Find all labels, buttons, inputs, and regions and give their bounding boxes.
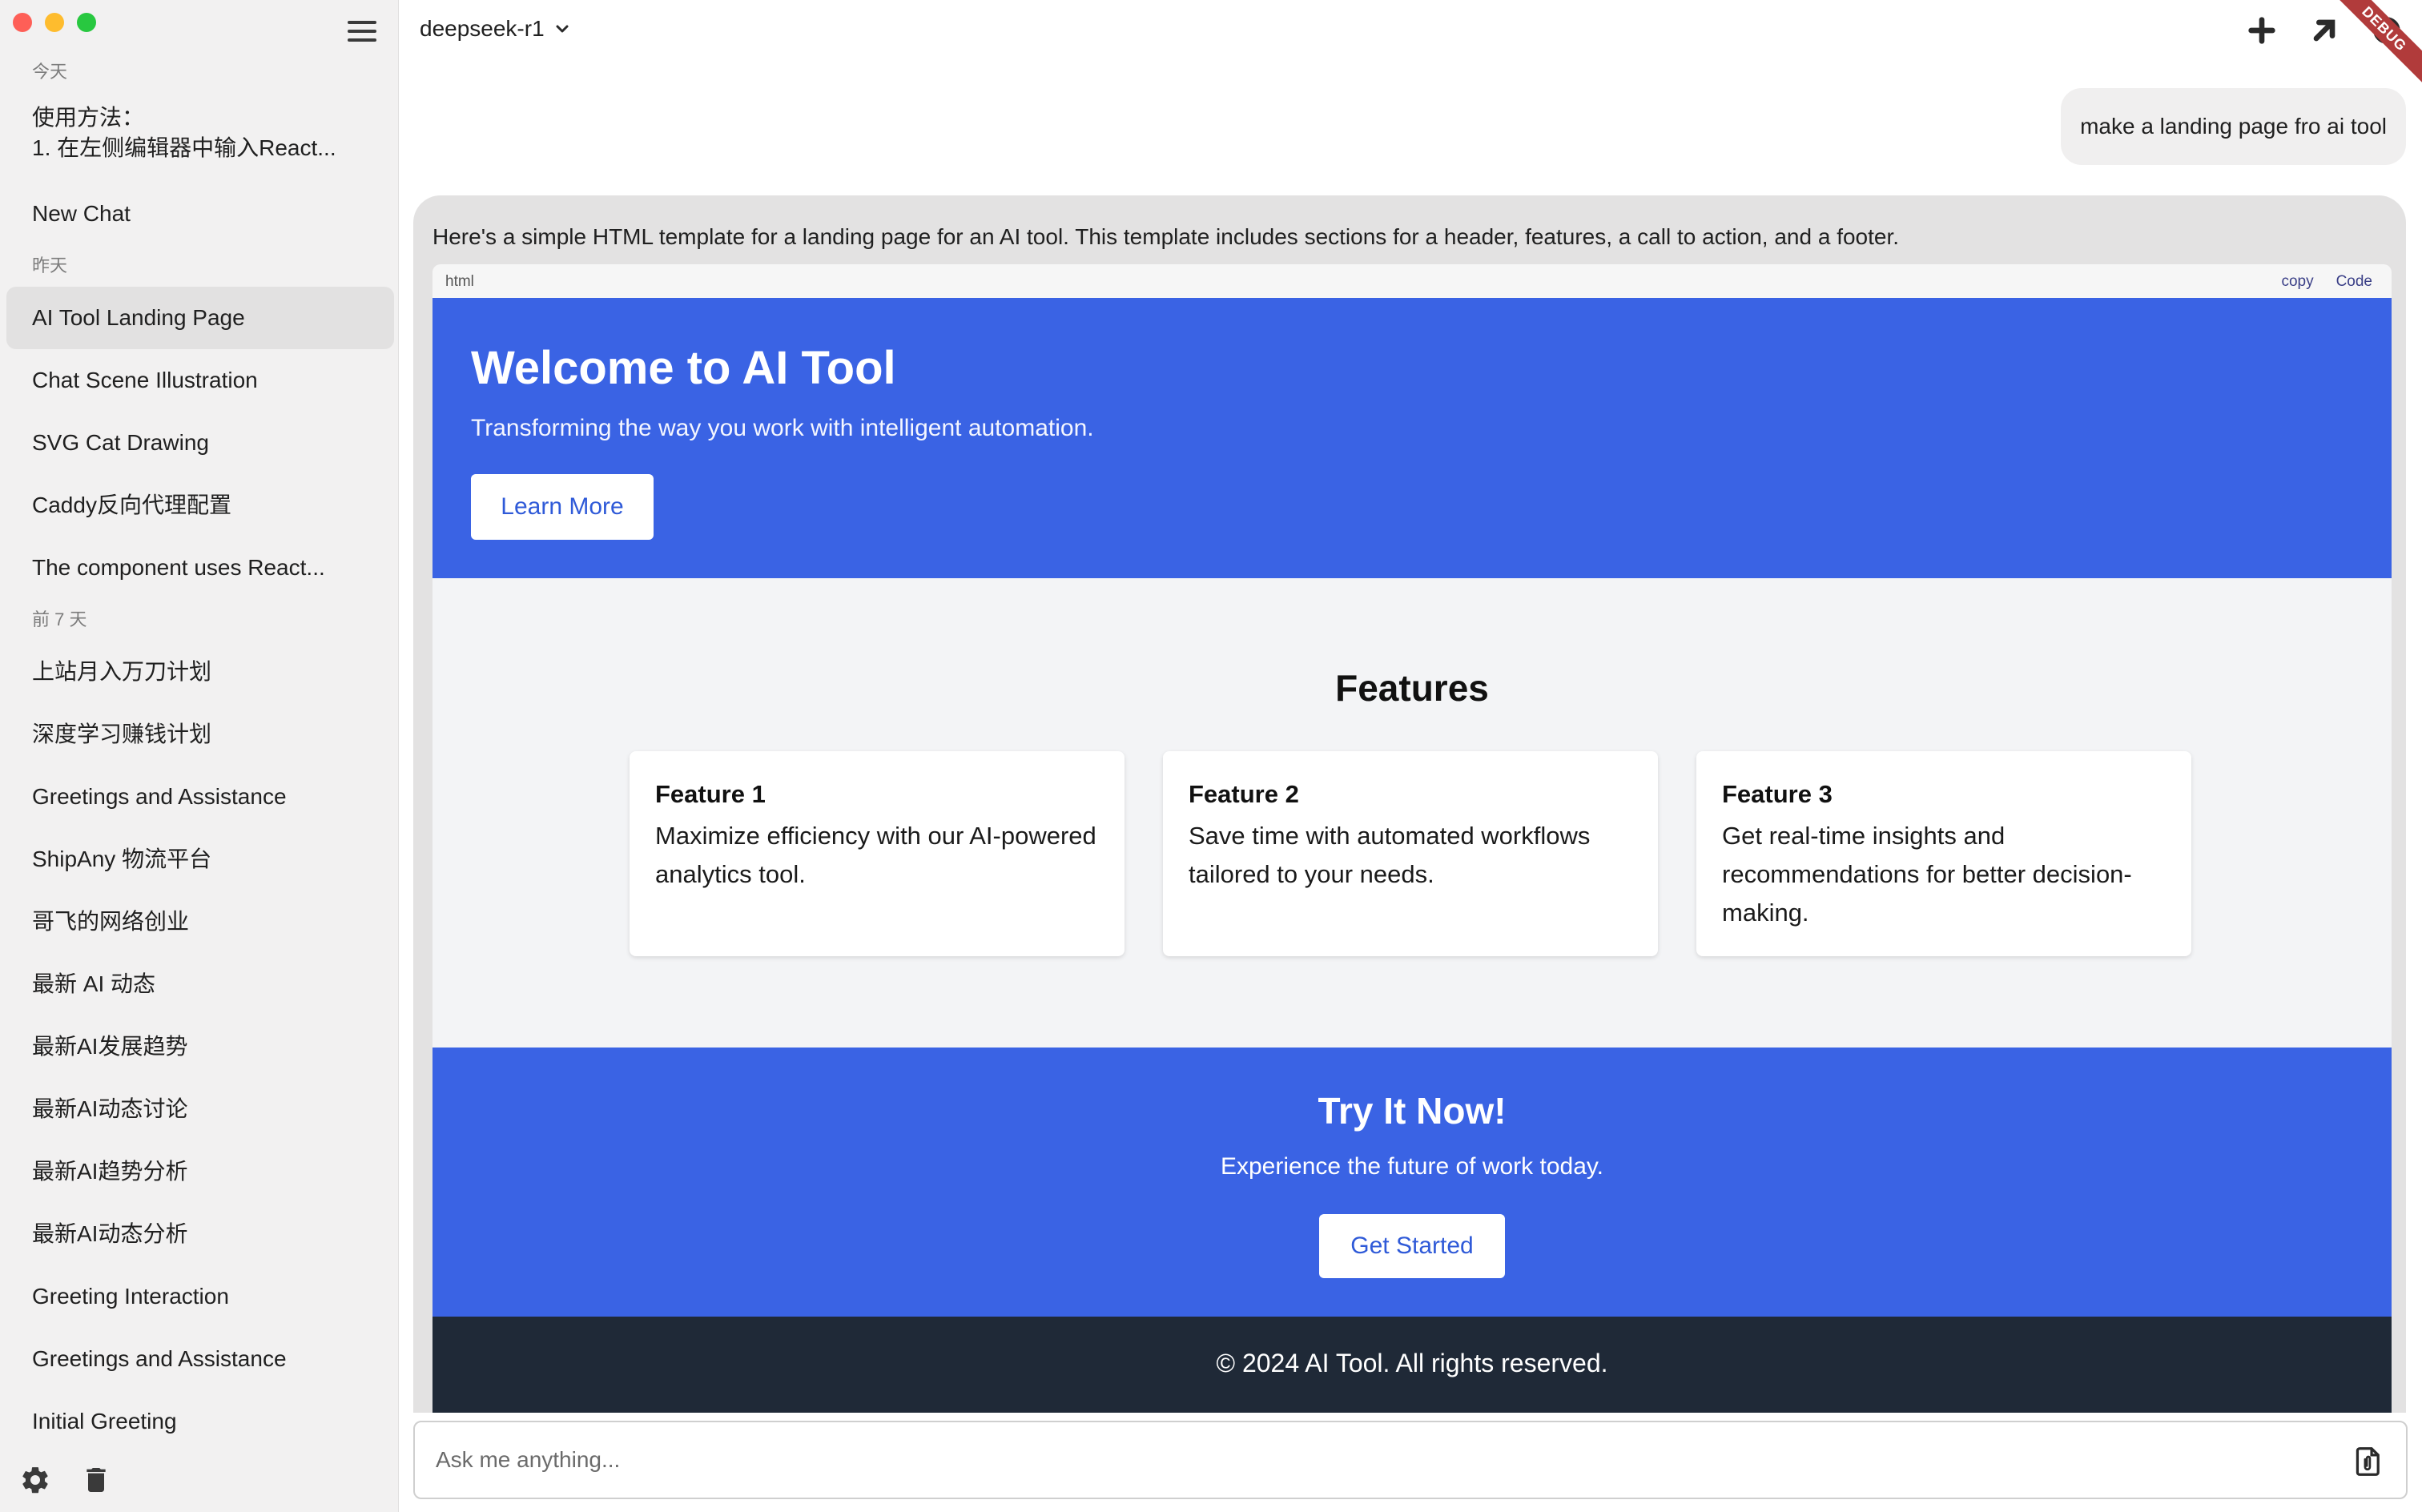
chat-item[interactable]: 深度学习赚钱计划: [6, 703, 394, 766]
menu-icon[interactable]: [346, 18, 378, 45]
maximize-window-button[interactable]: [77, 13, 96, 32]
chat-item[interactable]: 最新AI发展趋势: [6, 1015, 394, 1078]
assistant-intro-text: Here's a simple HTML template for a land…: [432, 224, 1900, 249]
model-selector[interactable]: deepseek-r1: [420, 16, 572, 42]
code-language-label: html: [445, 273, 474, 290]
hero-subtitle: Transforming the way you work with intel…: [471, 415, 1094, 441]
arrow-up-right-icon[interactable]: [2308, 14, 2340, 46]
chat-item[interactable]: New Chat: [6, 183, 394, 245]
feature-card-description: Maximize efficiency with our AI-powered …: [655, 822, 1096, 888]
model-name: deepseek-r1: [420, 16, 545, 41]
preview-hero: Welcome to AI Tool Transforming the way …: [432, 298, 2392, 578]
chat-item[interactable]: Greetings and Assistance: [6, 1328, 394, 1390]
feature-card-description: Get real-time insights and recommendatio…: [1722, 822, 2132, 927]
chat-item[interactable]: Greeting Interaction: [6, 1265, 394, 1328]
chat-item[interactable]: 最新 AI 动态: [6, 953, 394, 1015]
preview-footer: © 2024 AI Tool. All rights reserved.: [432, 1317, 2392, 1413]
feature-cards: Feature 1 Maximize efficiency with our A…: [630, 751, 2191, 956]
chat-item-label: 1. 在左侧编辑器中输入React...: [32, 135, 336, 160]
chat-item[interactable]: 最新AI动态讨论: [6, 1078, 394, 1140]
learn-more-button[interactable]: Learn More: [471, 474, 654, 540]
minimize-window-button[interactable]: [45, 13, 64, 32]
attachment-icon[interactable]: [2355, 1446, 2382, 1477]
copy-button[interactable]: copy: [2281, 273, 2313, 291]
feature-card-description: Save time with automated workflows tailo…: [1189, 822, 1591, 888]
user-message-bubble: make a landing page fro ai tool: [2061, 88, 2406, 165]
chat-item[interactable]: Initial Greeting: [6, 1390, 394, 1445]
gear-icon[interactable]: [2371, 14, 2403, 46]
group-label-yesterday: 昨天: [32, 255, 68, 275]
chat-item[interactable]: Greetings and Assistance: [6, 766, 394, 828]
chat-item[interactable]: The component uses React...: [6, 537, 394, 599]
chat-item[interactable]: 上站月入万刀计划: [6, 641, 394, 703]
group-label-last-7-days: 前 7 天: [32, 609, 87, 629]
feature-card: Feature 3 Get real-time insights and rec…: [1696, 751, 2191, 956]
composer: [413, 1421, 2408, 1499]
html-preview: Welcome to AI Tool Transforming the way …: [432, 298, 2392, 1413]
chat-item[interactable]: 最新AI动态分析: [6, 1203, 394, 1265]
close-window-button[interactable]: [13, 13, 32, 32]
code-block-header: html copy Code: [432, 264, 2392, 298]
plus-icon[interactable]: [2246, 14, 2278, 46]
feature-card-title: Feature 3: [1722, 780, 1833, 808]
features-title: Features: [1335, 667, 1489, 709]
chat-item[interactable]: SVG Cat Drawing: [6, 412, 394, 474]
window-controls: [13, 13, 96, 32]
feature-card: Feature 2 Save time with automated workf…: [1163, 751, 1658, 956]
top-bar: deepseek-r1 DEBUG: [399, 0, 2422, 86]
cta-subtitle: Experience the future of work today.: [1220, 1153, 1604, 1180]
gear-icon[interactable]: [19, 1464, 51, 1496]
chat-item-active[interactable]: AI Tool Landing Page: [6, 287, 394, 349]
code-block-actions: copy Code: [2281, 273, 2372, 291]
trash-icon[interactable]: [80, 1464, 112, 1496]
chat-item[interactable]: 哥飞的网络创业: [6, 891, 394, 953]
hero-title: Welcome to AI Tool: [471, 342, 896, 394]
chat-item[interactable]: Caddy反向代理配置: [6, 474, 394, 537]
assistant-message: Here's a simple HTML template for a land…: [413, 195, 2406, 1413]
chat-item[interactable]: ShipAny 物流平台: [6, 828, 394, 891]
chat-item[interactable]: 最新AI趋势分析: [6, 1140, 394, 1203]
sidebar-footer: [19, 1464, 112, 1496]
feature-card-title: Feature 1: [655, 780, 766, 808]
get-started-button[interactable]: Get Started: [1319, 1214, 1505, 1278]
top-actions: [2246, 14, 2403, 46]
chat-item-label: 使用方法：: [32, 105, 145, 130]
chat-history-list: 今天 使用方法： 1. 在左侧编辑器中输入React... New Chat 昨…: [6, 51, 394, 1445]
chat-item[interactable]: Chat Scene Illustration: [6, 349, 394, 412]
cta-title: Try It Now!: [1318, 1090, 1507, 1132]
group-label-today: 今天: [32, 62, 68, 82]
feature-card: Feature 1 Maximize efficiency with our A…: [630, 751, 1124, 956]
chevron-down-icon: [556, 25, 569, 33]
sidebar: 今天 使用方法： 1. 在左侧编辑器中输入React... New Chat 昨…: [0, 0, 399, 1512]
main-panel: deepseek-r1 DEBUG make a landing page fr…: [399, 0, 2422, 1512]
chat-item[interactable]: 使用方法： 1. 在左侧编辑器中输入React...: [6, 93, 394, 183]
preview-cta: Try It Now! Experience the future of wor…: [432, 1048, 2392, 1317]
feature-card-title: Feature 2: [1189, 780, 1299, 808]
code-toggle-button[interactable]: Code: [2336, 273, 2372, 291]
chat-input[interactable]: [436, 1422, 2342, 1498]
